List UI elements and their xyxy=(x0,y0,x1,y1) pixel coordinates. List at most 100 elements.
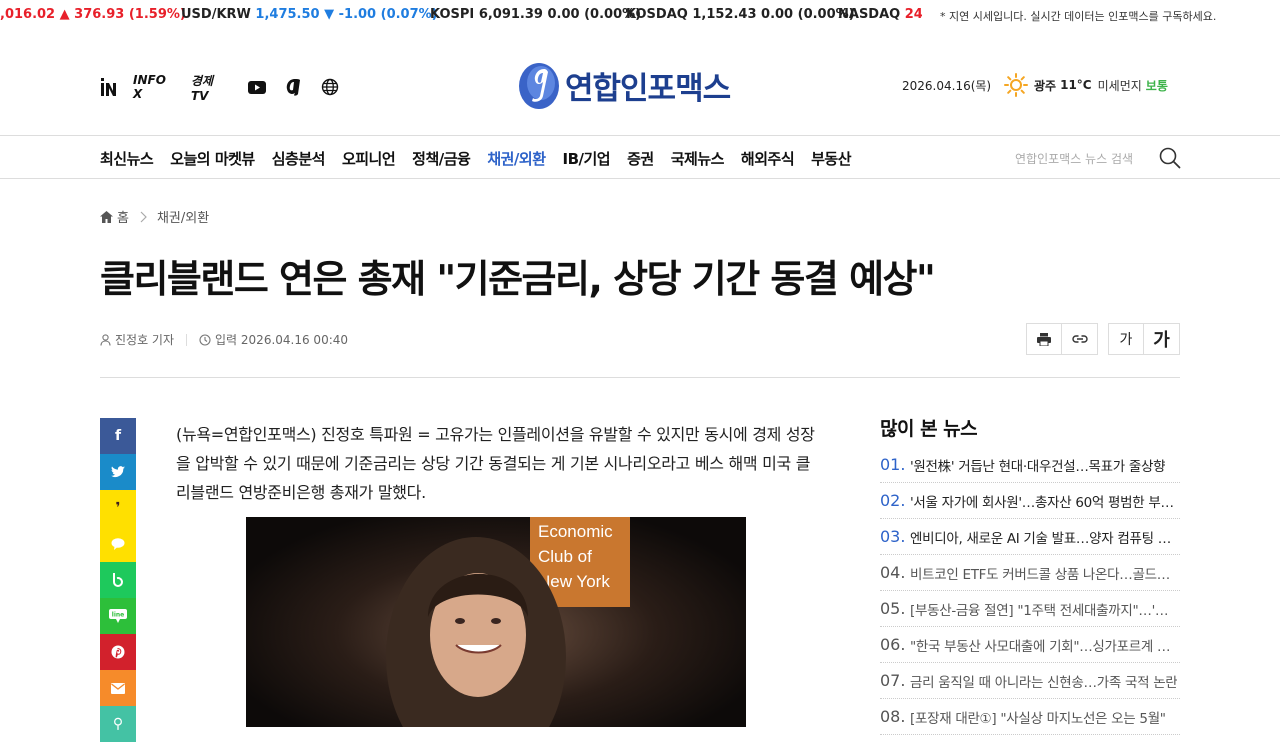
svg-text:line: line xyxy=(112,612,124,619)
list-item[interactable]: 04. 비트코인 ETF도 커버드콜 상품 나온다…골드만삭스 xyxy=(880,555,1180,591)
ticker-item[interactable]: KOSDAQ 1,152.43 0.00 (0.00%) xyxy=(626,7,855,22)
nav-item-international[interactable]: 국제뉴스 xyxy=(671,148,725,169)
ticker-name: NASDAQ xyxy=(838,7,901,22)
weather-temp: 11°C xyxy=(1060,78,1092,92)
ticker-item[interactable]: USD/KRW 1,475.50 ▼ -1.00 (0.07%) xyxy=(181,7,438,22)
list-item[interactable]: 03. 엔비디아, 새로운 AI 기술 발표…양자 컴퓨팅 관련주 xyxy=(880,519,1180,555)
kakaotalk-share-button[interactable] xyxy=(100,526,136,562)
headline-link[interactable]: '원전株' 거듭난 현대·대우건설…목표가 줄상향 xyxy=(910,455,1165,475)
meta-divider xyxy=(186,333,188,346)
reporter-name[interactable]: 진정호 기자 xyxy=(115,331,174,348)
search-input[interactable]: 연합인포맥스 뉴스 검색 xyxy=(1015,150,1133,167)
line-icon: line xyxy=(109,609,127,623)
logo-text: 연합인포맥스 xyxy=(565,70,731,107)
economy-tv-label: 경제 TV xyxy=(191,73,214,103)
email-share-button[interactable] xyxy=(100,670,136,706)
person-icon xyxy=(100,333,111,346)
ticker-item[interactable]: NASDAQ 24,0 xyxy=(838,7,922,22)
brand-g-icon[interactable] xyxy=(285,77,301,97)
print-button[interactable] xyxy=(1026,323,1062,355)
nav-item-ib[interactable]: IB/기업 xyxy=(563,148,611,169)
infox-icon[interactable]: INFO X xyxy=(133,73,173,101)
facebook-share-button[interactable]: f xyxy=(100,418,136,454)
headline-link[interactable]: [부동산-금융 절연] "1주택 전세대출까지"…'부작용' xyxy=(910,599,1180,619)
ticker-value: 24,0 xyxy=(904,7,922,22)
pinterest-share-button[interactable] xyxy=(100,634,136,670)
article-photo: Economic Club of New York xyxy=(246,517,746,727)
list-item[interactable]: 02. '서울 자가에 회사원'…총자산 60억 평범한 부자들 xyxy=(880,483,1180,519)
share-bar: f ❜ line ⚲ xyxy=(100,418,136,742)
nav-item-marketview[interactable]: 오늘의 마켓뷰 xyxy=(170,148,255,169)
nav-item-overseas-stocks[interactable]: 해외주식 xyxy=(741,148,795,169)
breadcrumb: 홈 채권/외환 xyxy=(100,207,209,226)
nav-item-opinion[interactable]: 오피니언 xyxy=(342,148,396,169)
breadcrumb-section[interactable]: 채권/외환 xyxy=(157,207,209,226)
rank-number: 02. xyxy=(880,491,906,510)
rank-number: 05. xyxy=(880,599,906,618)
ticker-change: ▲ 376.93 (1.59%) xyxy=(59,7,186,22)
site-logo[interactable]: 연합인포맥스 xyxy=(517,57,762,113)
headline-link[interactable]: 엔비디아, 새로운 AI 기술 발표…양자 컴퓨팅 관련주 xyxy=(910,527,1180,547)
weather-city: 광주 xyxy=(1034,78,1057,93)
font-increase-button[interactable]: 가 xyxy=(1144,323,1180,355)
current-date: 2026.04.16(목) xyxy=(902,79,992,93)
tools-gap xyxy=(1098,323,1108,355)
ticker-name: KOSPI xyxy=(430,7,475,22)
email-icon xyxy=(111,682,125,694)
market-ticker: ,016.02 ▲ 376.93 (1.59%) USD/KRW 1,475.5… xyxy=(0,0,1280,32)
link-icon: ⚲ xyxy=(112,716,124,732)
youtube-icon[interactable] xyxy=(248,77,266,97)
nav-item-stocks[interactable]: 증권 xyxy=(627,148,654,169)
breadcrumb-home[interactable]: 홈 xyxy=(117,207,129,226)
list-item[interactable]: 06. "한국 부동산 사모대출에 기회"…싱가포르계 운용사 xyxy=(880,627,1180,663)
headline-link[interactable]: "한국 부동산 사모대출에 기회"…싱가포르계 운용사 xyxy=(910,635,1180,655)
nav-item-analysis[interactable]: 심층분석 xyxy=(272,148,326,169)
sun-icon xyxy=(1004,73,1028,97)
rank-number: 08. xyxy=(880,707,906,726)
copy-link-button[interactable] xyxy=(1062,323,1098,355)
headline-link[interactable]: '서울 자가에 회사원'…총자산 60억 평범한 부자들 xyxy=(910,491,1180,511)
list-item[interactable]: 08. [포장재 대란①] "사실상 마지노선은 오는 5월" xyxy=(880,699,1180,735)
rank-number: 01. xyxy=(880,455,906,474)
link-share-button[interactable]: ⚲ xyxy=(100,706,136,742)
headline-link[interactable]: [포장재 대란①] "사실상 마지노선은 오는 5월" xyxy=(910,707,1166,727)
headline-link[interactable]: 금리 움직일 때 아니라는 신현송…가족 국적 논란 xyxy=(910,671,1177,691)
rank-number: 03. xyxy=(880,527,906,546)
dust-value: 보통 xyxy=(1145,78,1168,93)
search-button[interactable] xyxy=(1158,146,1182,170)
twitter-share-button[interactable] xyxy=(100,454,136,490)
ticker-item[interactable]: KOSPI 6,091.39 0.00 (0.00%) xyxy=(430,7,641,22)
kakaotalk-icon xyxy=(111,538,125,550)
headline-link[interactable]: 비트코인 ETF도 커버드콜 상품 나온다…골드만삭스 xyxy=(910,563,1180,583)
list-item[interactable]: 05. [부동산-금융 절연] "1주택 전세대출까지"…'부작용' xyxy=(880,591,1180,627)
infomax-n-icon[interactable] xyxy=(100,77,116,97)
ticker-change: ▼ -1.00 (0.07%) xyxy=(324,7,438,22)
nav-item-realestate[interactable]: 부동산 xyxy=(811,148,851,169)
weather-widget: 광주 11°C 미세먼지 보통 xyxy=(1004,72,1168,98)
article-paragraph: (뉴욕=연합인포맥스) 진정호 특파원 = 고유가는 인플레이션을 유발할 수 … xyxy=(176,425,815,502)
nav-item-latest[interactable]: 최신뉴스 xyxy=(100,148,154,169)
font-decrease-button[interactable]: 가 xyxy=(1108,323,1144,355)
facebook-icon: f xyxy=(114,428,122,444)
photo-portrait xyxy=(386,537,566,727)
header-divider xyxy=(100,377,1180,378)
band-share-button[interactable] xyxy=(100,562,136,598)
ticker-name: KOSDAQ xyxy=(626,7,688,22)
search-icon xyxy=(1159,147,1181,169)
ticker-item[interactable]: ,016.02 ▲ 376.93 (1.59%) xyxy=(0,7,186,22)
clock-icon xyxy=(199,333,211,346)
band-icon xyxy=(113,573,124,587)
list-item[interactable]: 01. '원전株' 거듭난 현대·대우건설…목표가 줄상향 xyxy=(880,447,1180,483)
line-share-button[interactable]: line xyxy=(100,598,136,634)
nav-item-policy[interactable]: 정책/금융 xyxy=(412,148,471,169)
ticker-value: 1,475.50 xyxy=(255,7,320,22)
popular-news-title: 많이 본 뉴스 xyxy=(880,418,978,440)
rank-number: 07. xyxy=(880,671,906,690)
globe-icon[interactable] xyxy=(321,77,339,97)
kakaostory-icon: ❜ xyxy=(115,500,121,516)
list-item[interactable]: 07. 금리 움직일 때 아니라는 신현송…가족 국적 논란 xyxy=(880,663,1180,699)
kakaostory-share-button[interactable]: ❜ xyxy=(100,490,136,526)
article-tools: 가 가 xyxy=(1026,323,1180,355)
economy-tv-icon[interactable]: 경제 TV xyxy=(191,74,229,103)
nav-item-bonds-fx[interactable]: 채권/외환 xyxy=(487,148,546,169)
